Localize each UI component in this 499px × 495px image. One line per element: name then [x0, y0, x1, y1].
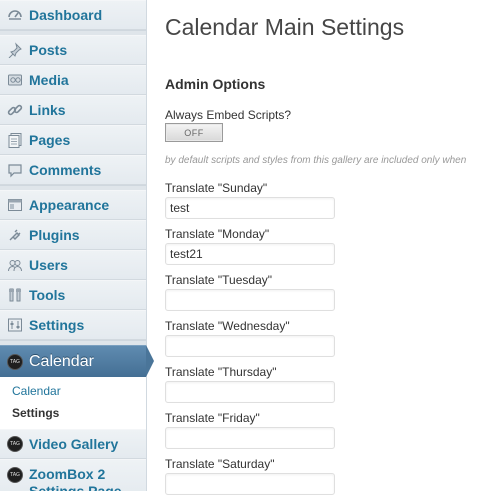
embed-scripts-hint: by default scripts and styles from this … — [165, 155, 467, 166]
settings-icon — [7, 317, 23, 333]
toggle-state-text: OFF — [184, 127, 204, 138]
menu-item-calendar[interactable]: TAG Calendar — [0, 345, 146, 378]
menu-label: Posts — [29, 42, 68, 58]
menu-item-links[interactable]: Links — [0, 95, 146, 125]
submenu-item-settings[interactable]: Settings — [12, 406, 59, 420]
tools-icon — [7, 287, 23, 303]
translate-friday-label: Translate "Friday" — [165, 411, 260, 425]
menu-item-appearance[interactable]: Appearance — [0, 190, 146, 220]
menu-label: Comments — [29, 162, 102, 178]
translate-wednesday-input[interactable] — [165, 335, 335, 357]
menu-label: ZoomBox 2 Settings Page — [29, 466, 122, 491]
menu-item-comments[interactable]: Comments — [0, 155, 146, 185]
translate-sunday-input[interactable] — [165, 197, 335, 219]
section-title: Admin Options — [165, 76, 266, 92]
comment-icon — [7, 162, 23, 178]
menu-label: Calendar — [29, 353, 94, 370]
translate-saturday-input[interactable] — [165, 473, 335, 495]
translate-friday-input[interactable] — [165, 427, 335, 449]
translate-tuesday-input[interactable] — [165, 289, 335, 311]
menu-item-video-gallery[interactable]: TAG Video Gallery — [0, 429, 146, 459]
menu-item-pages[interactable]: Pages — [0, 125, 146, 155]
menu-label: Plugins — [29, 227, 80, 243]
menu-item-settings[interactable]: Settings — [0, 310, 146, 340]
menu-label: Pages — [29, 132, 71, 148]
embed-scripts-toggle[interactable]: OFF — [165, 123, 223, 142]
users-icon — [7, 257, 23, 273]
translate-tuesday-label: Translate "Tuesday" — [165, 273, 273, 287]
link-icon — [7, 102, 23, 118]
dashboard-icon — [7, 7, 23, 23]
admin-sidebar: Dashboard Posts Media Links Pages Commen… — [0, 0, 147, 491]
pages-icon — [7, 132, 23, 148]
translate-thursday-label: Translate "Thursday" — [165, 365, 277, 379]
submenu-item-calendar[interactable]: Calendar — [12, 384, 61, 398]
main-content: Calendar Main Settings Admin Options Alw… — [147, 0, 499, 495]
menu-item-zoombox[interactable]: TAG ZoomBox 2 Settings Page — [0, 459, 146, 491]
calendar-submenu: Calendar Settings — [0, 377, 146, 429]
menu-label: Users — [29, 257, 68, 273]
menu-label: Links — [29, 102, 66, 118]
pushpin-icon — [7, 42, 23, 58]
embed-scripts-label: Always Embed Scripts? — [165, 108, 292, 122]
translate-monday-input[interactable] — [165, 243, 335, 265]
translate-thursday-input[interactable] — [165, 381, 335, 403]
menu-item-users[interactable]: Users — [0, 250, 146, 280]
menu-label: Appearance — [29, 197, 110, 213]
translate-monday-label: Translate "Monday" — [165, 227, 270, 241]
menu-label: Dashboard — [29, 7, 103, 23]
calendar-plugin-icon: TAG — [7, 354, 23, 370]
menu-item-tools[interactable]: Tools — [0, 280, 146, 310]
page-title: Calendar Main Settings — [165, 14, 405, 40]
plugin-icon — [7, 227, 23, 243]
zoombox-icon: TAG — [7, 467, 23, 483]
translate-sunday-label: Translate "Sunday" — [165, 181, 268, 195]
menu-label: Video Gallery — [29, 436, 119, 452]
menu-item-media[interactable]: Media — [0, 65, 146, 95]
menu-item-dashboard[interactable]: Dashboard — [0, 0, 146, 30]
menu-label: Tools — [29, 287, 66, 303]
appearance-icon — [7, 197, 23, 213]
translate-wednesday-label: Translate "Wednesday" — [165, 319, 290, 333]
menu-item-posts[interactable]: Posts — [0, 35, 146, 65]
media-icon — [7, 72, 23, 88]
video-gallery-icon: TAG — [7, 436, 23, 452]
menu-label: Media — [29, 72, 69, 88]
menu-item-plugins[interactable]: Plugins — [0, 220, 146, 250]
menu-label: Settings — [29, 317, 85, 333]
translate-saturday-label: Translate "Saturday" — [165, 457, 275, 471]
